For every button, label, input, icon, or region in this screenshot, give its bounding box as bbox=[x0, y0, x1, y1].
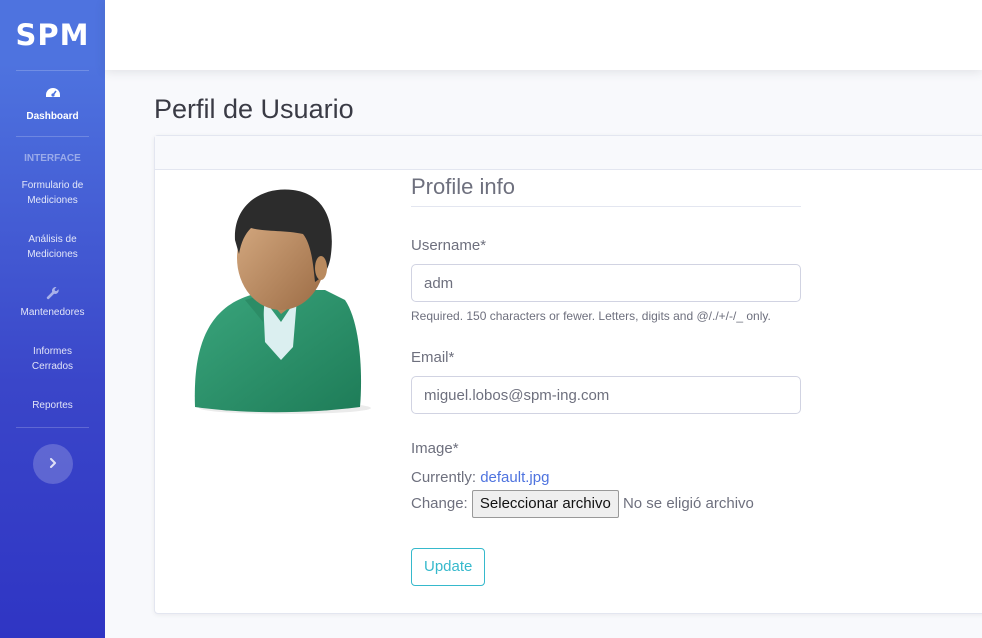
sidebar: SPM Dashboard INTERFACE Formulario de Me… bbox=[0, 0, 105, 638]
sidebar-item-informes[interactable]: Informes Cerrados bbox=[0, 338, 105, 380]
sidebar-item-label: Mediciones bbox=[27, 195, 78, 206]
sidebar-item-label: Mantenedores bbox=[20, 307, 85, 318]
email-input[interactable] bbox=[411, 376, 801, 414]
user-avatar-image bbox=[185, 182, 375, 414]
sidebar-heading: INTERFACE bbox=[24, 153, 81, 164]
sidebar-item-label: Informes bbox=[33, 346, 72, 357]
page-title: Perfil de Usuario bbox=[154, 94, 354, 124]
username-input[interactable] bbox=[411, 264, 801, 302]
card-header bbox=[155, 136, 982, 170]
sidebar-divider bbox=[16, 427, 89, 428]
sidebar-item-label: Formulario de bbox=[21, 180, 84, 191]
sidebar-item-label: Análisis de bbox=[28, 234, 77, 245]
sidebar-item-formulario[interactable]: Formulario de Mediciones bbox=[0, 172, 105, 214]
profile-card: Profile info Username* Required. 150 cha… bbox=[154, 135, 982, 614]
change-label: Change: bbox=[411, 494, 468, 512]
wrench-icon bbox=[10, 286, 95, 302]
sidebar-item-label: Dashboard bbox=[26, 111, 79, 122]
sidebar-item-analisis[interactable]: Análisis de Mediciones bbox=[0, 226, 105, 268]
sidebar-item-reportes[interactable]: Reportes bbox=[0, 392, 105, 419]
sidebar-item-label: Reportes bbox=[32, 400, 73, 411]
current-image-link[interactable]: default.jpg bbox=[480, 469, 549, 486]
change-image-row: Change: Seleccionar archivo No se eligió… bbox=[411, 490, 801, 518]
sidebar-item-label: Cerrados bbox=[31, 361, 74, 372]
sidebar-toggle-button[interactable] bbox=[32, 444, 73, 484]
file-select-button[interactable]: Seleccionar archivo bbox=[471, 490, 619, 518]
topbar bbox=[105, 0, 982, 70]
brand-logo[interactable]: SPM bbox=[0, 0, 105, 70]
chevron-right-icon bbox=[49, 455, 57, 473]
profile-form: Profile info Username* Required. 150 cha… bbox=[411, 174, 801, 586]
update-button[interactable]: Update bbox=[411, 548, 486, 586]
image-label: Image* bbox=[411, 440, 459, 457]
form-actions: Update bbox=[411, 548, 801, 586]
email-label: Email* bbox=[411, 349, 455, 366]
username-help-text: Required. 150 characters or fewer. Lette… bbox=[411, 309, 771, 323]
file-status-text: No se eligió archivo bbox=[622, 494, 754, 512]
sidebar-item-mantenedores[interactable]: Mantenedores bbox=[0, 280, 105, 326]
sidebar-item-label: Mediciones bbox=[27, 249, 78, 260]
currently-label: Currently: bbox=[411, 469, 477, 486]
form-title: Profile info bbox=[411, 174, 801, 207]
sidebar-item-dashboard[interactable]: Dashboard bbox=[0, 71, 105, 136]
username-label: Username* bbox=[411, 237, 487, 254]
current-image-row: Currently: default.jpg bbox=[411, 469, 801, 486]
tachometer-icon bbox=[0, 87, 105, 103]
